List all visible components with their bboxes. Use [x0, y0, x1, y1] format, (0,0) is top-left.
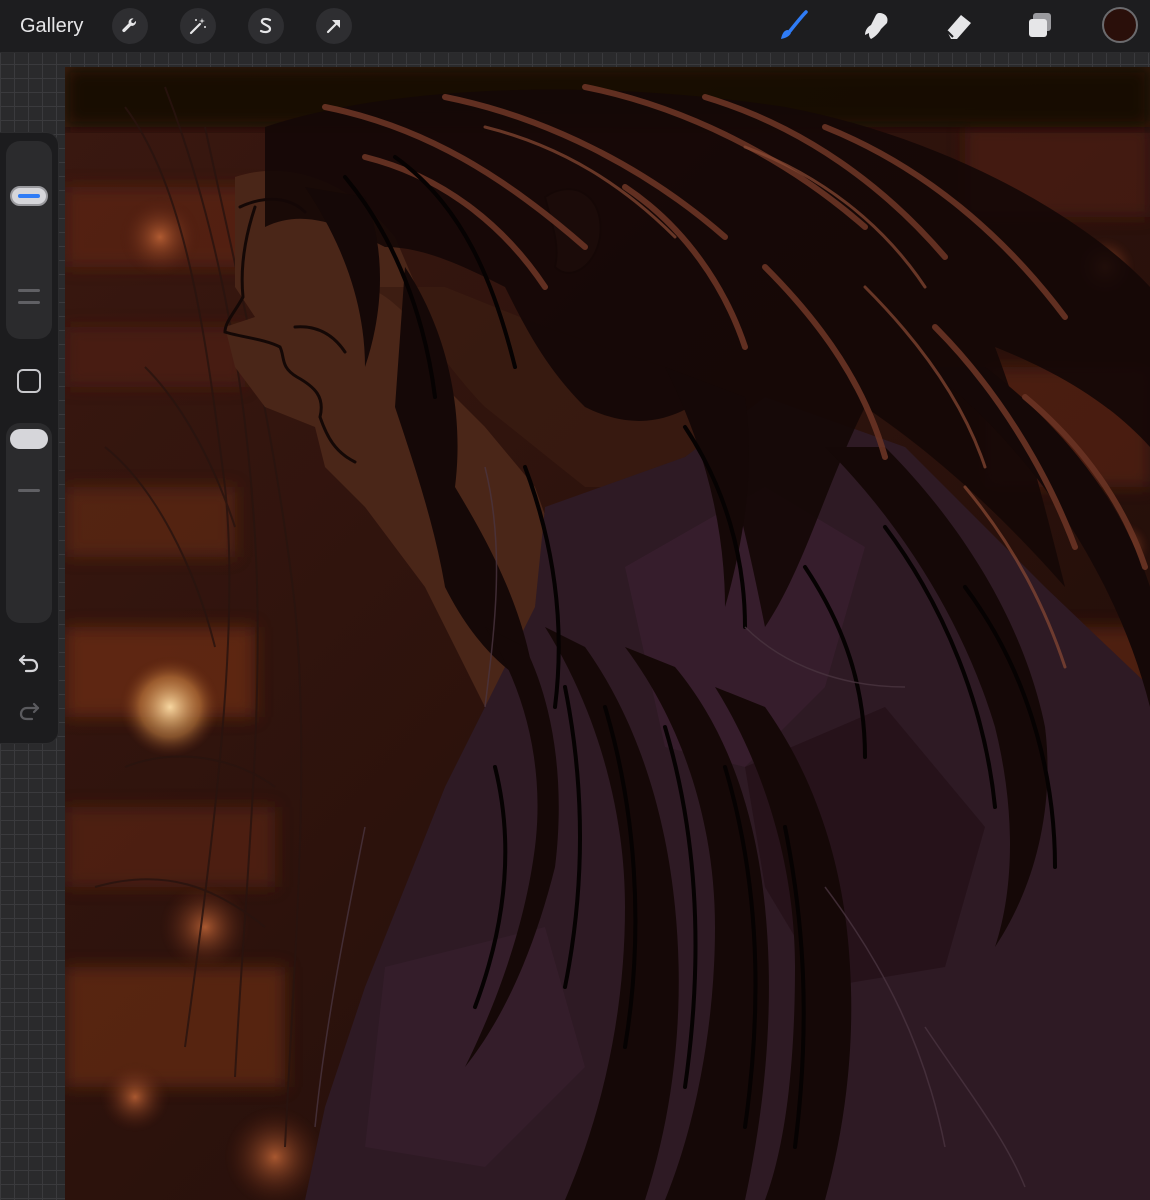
undo-icon[interactable]: [14, 647, 44, 677]
left-sidebar: [0, 133, 58, 743]
color-picker-swatch[interactable]: [1102, 7, 1138, 43]
selection-s-icon[interactable]: [248, 8, 284, 44]
artwork: [65, 67, 1150, 1200]
procreate-app: Gallery: [0, 0, 1150, 1200]
redo-icon[interactable]: [14, 695, 44, 725]
smudge-icon[interactable]: [856, 6, 896, 46]
brush-size-indicator: [18, 193, 40, 198]
gallery-button[interactable]: Gallery: [20, 12, 83, 40]
actions-wrench-icon[interactable]: [112, 8, 148, 44]
transform-arrow-icon[interactable]: [316, 8, 352, 44]
eraser-icon[interactable]: [938, 6, 978, 46]
opacity-slider[interactable]: [6, 423, 52, 623]
brush-icon[interactable]: [774, 6, 814, 46]
top-toolbar: Gallery: [0, 0, 1150, 53]
brush-size-slider[interactable]: [6, 141, 52, 339]
slider-tick: [18, 289, 40, 292]
opacity-knob[interactable]: [10, 429, 48, 449]
brush-size-knob[interactable]: [10, 185, 48, 206]
layers-icon[interactable]: [1020, 6, 1060, 46]
slider-tick: [18, 301, 40, 304]
drawing-canvas[interactable]: [65, 67, 1150, 1200]
modify-square-button[interactable]: [17, 369, 41, 393]
slider-tick: [18, 489, 40, 492]
adjustments-magic-wand-icon[interactable]: [180, 8, 216, 44]
